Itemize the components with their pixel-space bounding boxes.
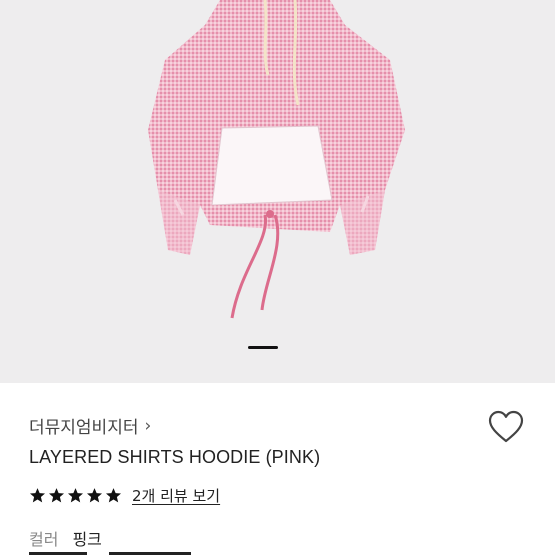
- carousel-indicator[interactable]: [248, 346, 278, 349]
- heart-outline-icon: [488, 410, 524, 443]
- rating-row: 2개 리뷰 보기: [29, 485, 220, 506]
- star-filled-icon: [105, 488, 122, 503]
- brand-link[interactable]: 더뮤지엄비지터 ›: [29, 413, 152, 439]
- product-image-area[interactable]: [0, 0, 555, 383]
- product-image: [148, 0, 405, 319]
- option-value: 핑크: [72, 530, 102, 549]
- product-detail-page: 더뮤지엄비지터 › LAYERED SHIRTS HOODIE (PINK) 2…: [0, 0, 555, 555]
- star-filled-icon: [29, 488, 46, 503]
- star-filled-icon: [48, 488, 65, 503]
- wishlist-button[interactable]: [488, 410, 524, 444]
- review-link[interactable]: 2개 리뷰 보기: [132, 485, 220, 506]
- star-filled-icon: [86, 488, 103, 503]
- color-option: 컬러 핑크: [29, 526, 102, 550]
- star-rating: [29, 487, 122, 504]
- chevron-right-icon: ›: [144, 415, 152, 436]
- product-info: 더뮤지엄비지터 › LAYERED SHIRTS HOODIE (PINK) 2…: [0, 383, 555, 555]
- brand-name[interactable]: 더뮤지엄비지터: [29, 413, 138, 438]
- product-title: LAYERED SHIRTS HOODIE (PINK): [29, 447, 321, 467]
- star-filled-icon: [67, 488, 84, 503]
- option-label: 컬러: [29, 530, 59, 549]
